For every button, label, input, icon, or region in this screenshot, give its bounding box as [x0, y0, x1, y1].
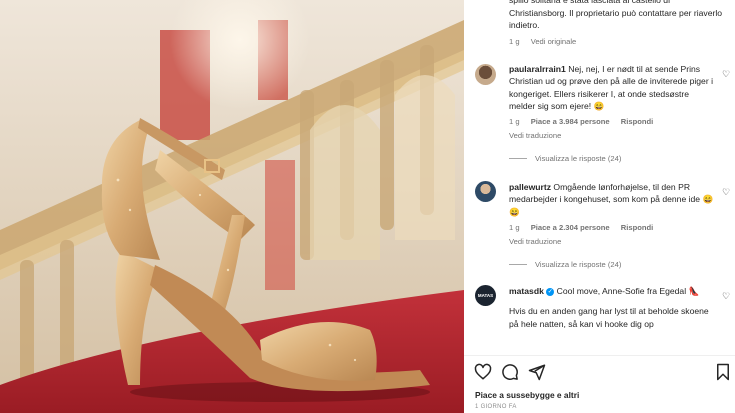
- post-image[interactable]: [0, 0, 464, 413]
- comment-username[interactable]: matasdk: [509, 286, 544, 296]
- verified-badge-icon: ✓: [546, 287, 555, 296]
- comment-time: 1 g: [509, 222, 520, 232]
- comment-likes[interactable]: Piace a 3.984 persone: [531, 117, 610, 126]
- bookmark-icon[interactable]: [714, 363, 732, 381]
- action-bar: [464, 360, 735, 382]
- comment-icon[interactable]: [501, 363, 519, 381]
- likes-summary[interactable]: Piace a sussebygge e altri: [475, 390, 579, 400]
- comment-heart-icon[interactable]: ♡: [722, 188, 730, 197]
- replies-line: [509, 158, 527, 159]
- comment-heart-icon[interactable]: ♡: [722, 70, 730, 79]
- heart-icon[interactable]: [474, 363, 492, 381]
- reply-button[interactable]: Rispondi: [621, 223, 653, 232]
- see-original-link[interactable]: Vedi originale: [531, 37, 577, 46]
- comment-meta: 1 g Piace a 2.304 persone Rispondi: [509, 222, 717, 234]
- comments-scroll-area[interactable]: spillo solitaria è stata lasciata al cas…: [464, 0, 735, 355]
- comment-time: 1 g: [509, 117, 520, 127]
- comment-meta: 1 g Piace a 3.984 persone Rispondi: [509, 116, 717, 128]
- comment-body: pallewurtz Omgående lønforhøjelse, til d…: [509, 181, 717, 248]
- comment-text-continued: Hvis du en anden gang har lyst til at be…: [509, 306, 709, 329]
- replies-line: [509, 264, 527, 265]
- shoe-photo: [0, 0, 464, 413]
- comment-username[interactable]: pallewurtz: [509, 182, 551, 192]
- avatar-logo-text: MATAS: [477, 293, 494, 298]
- avatar[interactable]: [475, 181, 496, 202]
- view-replies-label: Visualizza le risposte (24): [535, 154, 622, 163]
- caption-text: spillo solitaria è stata lasciata al cas…: [509, 0, 723, 31]
- comment-body: matasdk ✓ Cool move, Anne-Sofie fra Eged…: [509, 285, 717, 330]
- comment-likes[interactable]: Piace a 2.304 persone: [531, 223, 610, 232]
- avatar[interactable]: MATAS: [475, 285, 496, 306]
- comment-body: paularalrrain1 Nej, nej, I er nødt til a…: [509, 63, 717, 143]
- view-replies-button[interactable]: Visualizza le risposte (24): [509, 260, 621, 269]
- view-replies-label: Visualizza le risposte (24): [535, 260, 622, 269]
- see-translation-link[interactable]: Vedi traduzione: [509, 236, 717, 248]
- actions-divider: [464, 355, 735, 356]
- caption-meta: 1 g Vedi originale: [509, 36, 723, 49]
- comment-username[interactable]: paularalrrain1: [509, 64, 566, 74]
- view-replies-button[interactable]: Visualizza le risposte (24): [509, 154, 621, 163]
- reply-button[interactable]: Rispondi: [621, 117, 653, 126]
- post-date: 1 GIORNO FA: [475, 404, 517, 410]
- caption-time: 1 g: [509, 36, 520, 46]
- comment-text: Cool move, Anne-Sofie fra Egedal 👠: [556, 286, 700, 296]
- comment-heart-icon[interactable]: ♡: [722, 292, 730, 301]
- comments-panel: spillo solitaria è stata lasciata al cas…: [464, 0, 735, 413]
- send-icon[interactable]: [528, 363, 546, 381]
- avatar[interactable]: [475, 64, 496, 85]
- see-translation-link[interactable]: Vedi traduzione: [509, 130, 717, 142]
- caption-continuation: spillo solitaria è stata lasciata al cas…: [509, 0, 723, 48]
